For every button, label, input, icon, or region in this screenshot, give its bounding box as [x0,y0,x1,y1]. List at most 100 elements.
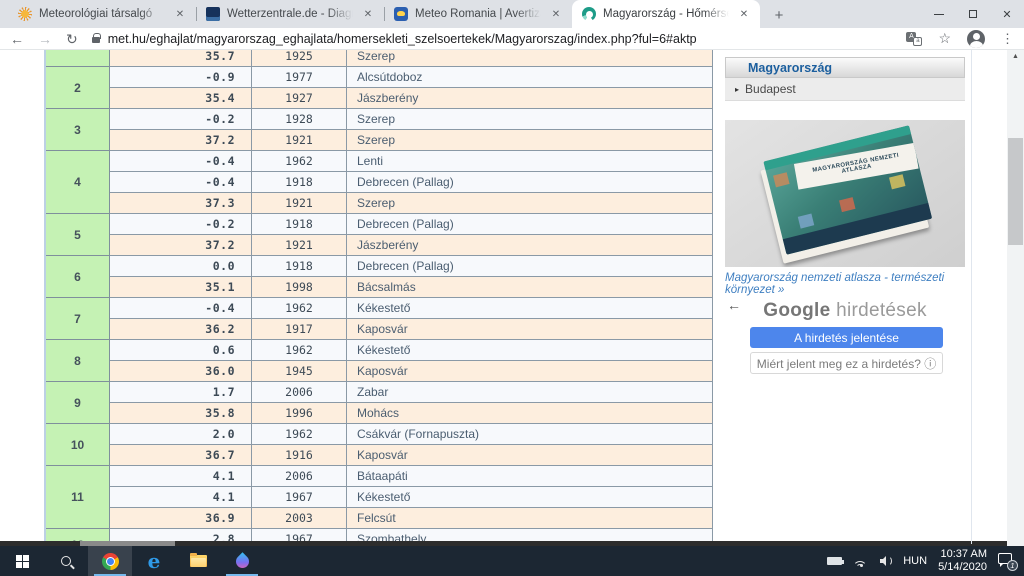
year-cell: 1921 [252,235,347,255]
temperature-cell: 36.9 [110,508,252,528]
close-button[interactable]: ✕ [990,0,1024,28]
notification-center-button[interactable]: 1 [998,553,1016,569]
bookmark-star-icon[interactable]: ☆ [938,30,951,47]
location-cell: Kaposvár [347,319,713,339]
tab-title: Meteorológiai társalgó [39,8,165,20]
location-cell: Alcsútdoboz [347,67,713,87]
table-day-group: 2 -0.9 1977 Alcsútdoboz 35.4 1927 Jászbe… [46,67,713,109]
url-bar[interactable]: met.hu/eghajlat/magyarorszag_eghajlata/h… [92,32,893,46]
tab-close-icon[interactable]: ✕ [172,6,188,22]
table-row: -0.4 1962 Kékestető [110,298,713,319]
tab-close-icon[interactable]: ✕ [360,6,376,22]
page-content: 35.7 1925 Szerep 2 -0.9 1977 Alcsútdoboz… [0,50,1024,546]
year-cell: 1918 [252,172,347,192]
browser-tab-bar: Meteorológiai társalgó ✕ Wetterzentrale.… [0,0,1024,28]
location-cell: Kékestető [347,487,713,507]
year-cell: 1962 [252,340,347,360]
book-photo[interactable]: MAGYARORSZÁG NEMZETI ATLASZA [725,120,965,267]
ad-brand-label: Google hirdetések [725,300,965,322]
maximize-button[interactable] [956,0,990,28]
minimize-button[interactable] [922,0,956,28]
location-cell: Kékestető [347,298,713,318]
table-row: 37.2 1921 Jászberény [110,235,713,256]
table-row: 36.9 2003 Felcsút [110,508,713,529]
year-cell: 2003 [252,508,347,528]
edge-icon: e [148,551,161,571]
wifi-icon[interactable] [853,556,869,567]
browser-tab[interactable]: Meteorológiai társalgó ✕ [8,0,196,28]
tab-title: Magyarország - Hőmérsékleti szé [603,8,729,20]
taskbar-paint3d-button[interactable] [220,546,264,576]
browser-tab[interactable]: Magyarország - Hőmérsékleti szé ✕ [572,0,760,28]
book-link[interactable]: Magyarország nemzeti atlasza - természet… [725,272,965,296]
taskbar-chrome-button[interactable] [88,546,132,576]
browser-menu-icon[interactable]: ⋮ [1001,31,1014,47]
table-day-group: 9 1.7 2006 Zabar 35.8 1996 Mohács [46,382,713,424]
ad-report-button[interactable]: A hirdetés jelentése [750,327,943,348]
temperature-cell: 35.8 [110,403,252,423]
new-tab-button[interactable]: + [766,2,792,28]
book-cover: MAGYARORSZÁG NEMZETI ATLASZA [763,125,932,254]
table-row: 35.7 1925 Szerep [110,50,713,67]
day-cell: 7 [46,298,110,340]
vertical-scrollbar-thumb[interactable] [1008,138,1023,245]
taskbar-search-button[interactable] [44,546,88,576]
reload-icon[interactable]: ↻ [66,32,78,46]
speaker-icon[interactable] [880,556,892,566]
taskbar-edge-button[interactable]: e [132,546,176,576]
browser-tab[interactable]: Meteo Romania | Avertizări ✕ [384,0,572,28]
year-cell: 2006 [252,466,347,486]
sidebar-item-budapest[interactable]: ▸ Budapest [725,78,965,101]
scrollbar-up-icon[interactable]: ▲ [1007,53,1024,60]
location-cell: Kékestető [347,340,713,360]
records-table: 35.7 1925 Szerep 2 -0.9 1977 Alcsútdoboz… [44,50,713,544]
address-bar-actions: Aa ☆ ⋮ [906,30,1014,48]
vertical-scrollbar[interactable]: ▲ [1007,50,1024,546]
tab-close-icon[interactable]: ✕ [548,6,564,22]
table-row: -0.2 1928 Szerep [110,109,713,130]
table-row: 36.2 1917 Kaposvár [110,319,713,340]
table-row: 35.4 1927 Jászberény [110,88,713,109]
table-row: -0.2 1918 Debrecen (Pallag) [110,214,713,235]
tab-title: Meteo Romania | Avertizări [415,8,541,20]
temperature-cell: 1.7 [110,382,252,402]
table-row: 4.1 2006 Bátaapáti [110,466,713,487]
battery-icon[interactable] [827,557,842,565]
day-cell [46,50,110,67]
tab-close-icon[interactable]: ✕ [736,6,752,22]
notification-badge: 1 [1007,560,1018,571]
table-day-group: 3 -0.2 1928 Szerep 37.2 1921 Szerep [46,109,713,151]
year-cell: 1977 [252,67,347,87]
time-label: 10:37 AM [941,548,987,560]
day-cell: 5 [46,214,110,256]
language-indicator[interactable]: HUN [903,555,927,567]
table-day-group: 5 -0.2 1918 Debrecen (Pallag) 37.2 1921 … [46,214,713,256]
table-day-group: 7 -0.4 1962 Kékestető 36.2 1917 Kaposvár [46,298,713,340]
minimize-icon [934,14,944,15]
url-text[interactable]: met.hu/eghajlat/magyarorszag_eghajlata/h… [108,32,697,46]
tab-favicon [206,7,220,21]
taskbar-clock[interactable]: 10:37 AM 5/14/2020 [938,548,987,574]
start-button[interactable] [0,546,44,576]
table-row: 4.1 1967 Kékestető [110,487,713,508]
day-cell: 3 [46,109,110,151]
profile-avatar[interactable] [967,30,985,48]
browser-tab[interactable]: Wetterzentrale.de - Diagrams ✕ [196,0,384,28]
day-cell: 11 [46,466,110,529]
year-cell: 1917 [252,319,347,339]
maximize-icon [969,10,977,18]
forward-icon[interactable]: → [38,32,52,46]
translate-icon[interactable]: Aa [906,32,922,46]
temperature-cell: 0.6 [110,340,252,360]
day-cell: 6 [46,256,110,298]
table-row: 1.7 2006 Zabar [110,382,713,403]
taskbar-explorer-button[interactable] [176,546,220,576]
year-cell: 1962 [252,298,347,318]
location-cell: Debrecen (Pallag) [347,214,713,234]
back-icon[interactable]: ← [10,32,24,46]
window-controls: ✕ [922,0,1024,28]
ad-why-button[interactable]: Miért jelent meg ez a hirdetés? ⓘ [750,352,943,374]
location-cell: Felcsút [347,508,713,528]
temperature-cell: 35.1 [110,277,252,297]
year-cell: 1996 [252,403,347,423]
